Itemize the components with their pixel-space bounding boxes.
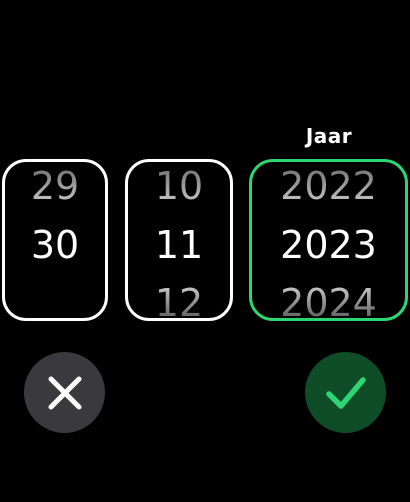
- day-next-value[interactable]: [5, 281, 105, 318]
- month-next-value[interactable]: 12: [128, 281, 230, 318]
- close-icon: [48, 376, 81, 409]
- day-selected-value: 30: [30, 223, 80, 267]
- month-picker[interactable]: 10 11 12: [125, 159, 233, 321]
- year-picker[interactable]: 2022 2023 2024: [249, 159, 408, 321]
- year-selected-value: 2023: [280, 223, 377, 267]
- day-previous-value[interactable]: 29: [5, 164, 105, 208]
- day-picker[interactable]: 29 30: [2, 159, 108, 321]
- checkmark-icon: [325, 376, 366, 409]
- month-selected-value: 11: [154, 223, 204, 267]
- cancel-button[interactable]: [24, 352, 105, 433]
- year-column-label: Jaar: [305, 124, 353, 148]
- year-next-value[interactable]: 2024: [252, 281, 405, 318]
- year-previous-value[interactable]: 2022: [252, 164, 405, 208]
- confirm-button[interactable]: [305, 352, 386, 433]
- month-previous-value[interactable]: 10: [128, 164, 230, 208]
